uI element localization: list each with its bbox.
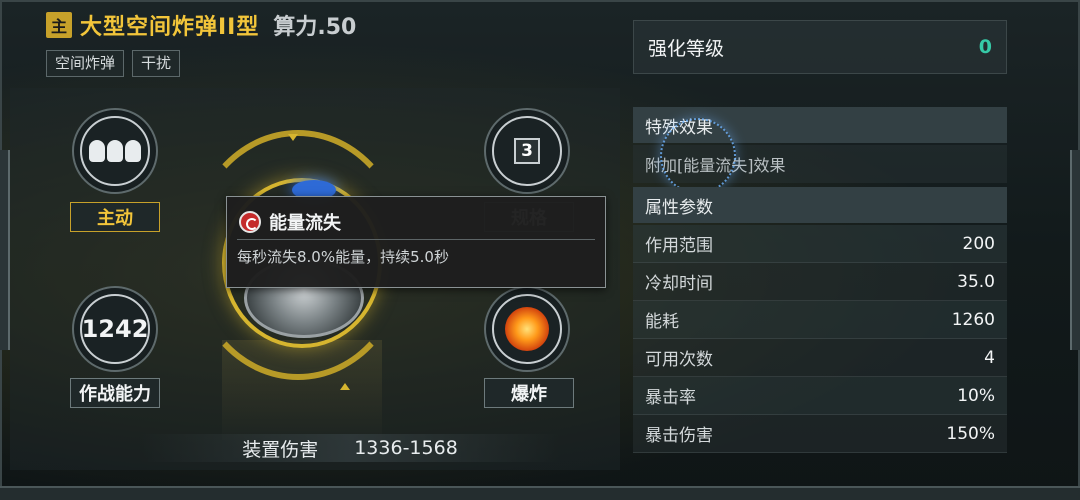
device-damage-label: 装置伤害 xyxy=(242,438,319,461)
stat-value: 1260 xyxy=(951,309,995,330)
combat-power-node[interactable]: 1242 xyxy=(72,286,158,372)
active-label: 主动 xyxy=(70,202,160,232)
stat-value: 10% xyxy=(957,385,995,406)
stat-label: 冷却时间 xyxy=(645,274,713,294)
spec-value: 3 xyxy=(514,138,540,164)
energy-drain-tooltip: 能量流失 每秒流失8.0%能量，持续5.0秒 xyxy=(226,196,606,288)
tag-interference: 干扰 xyxy=(132,50,181,77)
stat-label: 能耗 xyxy=(645,312,679,332)
item-title: 大型空间炸弹II型 xyxy=(80,15,260,40)
stat-row-uses: 可用次数 4 xyxy=(633,339,1007,377)
tooltip-title-row: 能量流失 xyxy=(227,197,605,237)
tag-row: 空间炸弹 干扰 xyxy=(46,50,181,77)
attributes-list: 作用范围 200 冷却时间 35.0 能耗 1260 可用次数 4 暴击率 10… xyxy=(633,225,1007,453)
tooltip-description: 每秒流失8.0%能量，持续5.0秒 xyxy=(237,248,449,266)
drones-icon xyxy=(89,140,141,162)
explosion-label: 爆炸 xyxy=(484,378,574,408)
stat-row-crit-damage: 暴击伤害 150% xyxy=(633,415,1007,453)
stat-value: 150% xyxy=(946,423,995,444)
bottom-strip xyxy=(0,486,1080,500)
power-value: 算力.50 xyxy=(273,15,357,40)
device-damage-value: 1336-1568 xyxy=(354,437,458,459)
stat-row-energy: 能耗 1260 xyxy=(633,301,1007,339)
touch-ripple-effect xyxy=(660,118,736,194)
tooltip-title: 能量流失 xyxy=(269,213,341,234)
stat-value: 35.0 xyxy=(957,271,995,292)
device-damage-row: 装置伤害 1336-1568 xyxy=(140,434,560,462)
stat-label: 可用次数 xyxy=(645,350,713,370)
enhance-level-value: 0 xyxy=(978,36,992,58)
attributes-header: 属性参数 xyxy=(633,187,1007,223)
stat-label: 暴击伤害 xyxy=(645,426,713,446)
stat-value: 4 xyxy=(984,347,995,368)
main-slot-badge: 主 xyxy=(46,12,72,38)
stat-value: 200 xyxy=(962,233,995,254)
stat-row-range: 作用范围 200 xyxy=(633,225,1007,263)
spec-node[interactable]: 3 xyxy=(484,108,570,194)
explosion-icon xyxy=(505,307,549,351)
left-edge-bar xyxy=(0,150,10,350)
combat-power-value: 1242 xyxy=(81,315,149,343)
stat-label: 作用范围 xyxy=(645,236,713,256)
stat-row-crit-rate: 暴击率 10% xyxy=(633,377,1007,415)
stat-row-cooldown: 冷却时间 35.0 xyxy=(633,263,1007,301)
combat-power-label: 作战能力 xyxy=(70,378,160,408)
right-edge-bar xyxy=(1070,150,1080,350)
stat-label: 暴击率 xyxy=(645,388,696,408)
energy-drain-icon xyxy=(239,211,261,233)
explosion-node[interactable] xyxy=(484,286,570,372)
tag-space-bomb: 空间炸弹 xyxy=(46,50,125,77)
enhance-level-label: 强化等级 xyxy=(648,37,725,60)
active-type-node[interactable] xyxy=(72,108,158,194)
ring-marker-down-icon xyxy=(288,134,298,141)
ring-marker-up-icon xyxy=(340,383,350,390)
enhance-level-box[interactable]: 强化等级 0 xyxy=(633,20,1007,74)
title-row: 主 大型空间炸弹II型 算力.50 xyxy=(46,10,356,40)
